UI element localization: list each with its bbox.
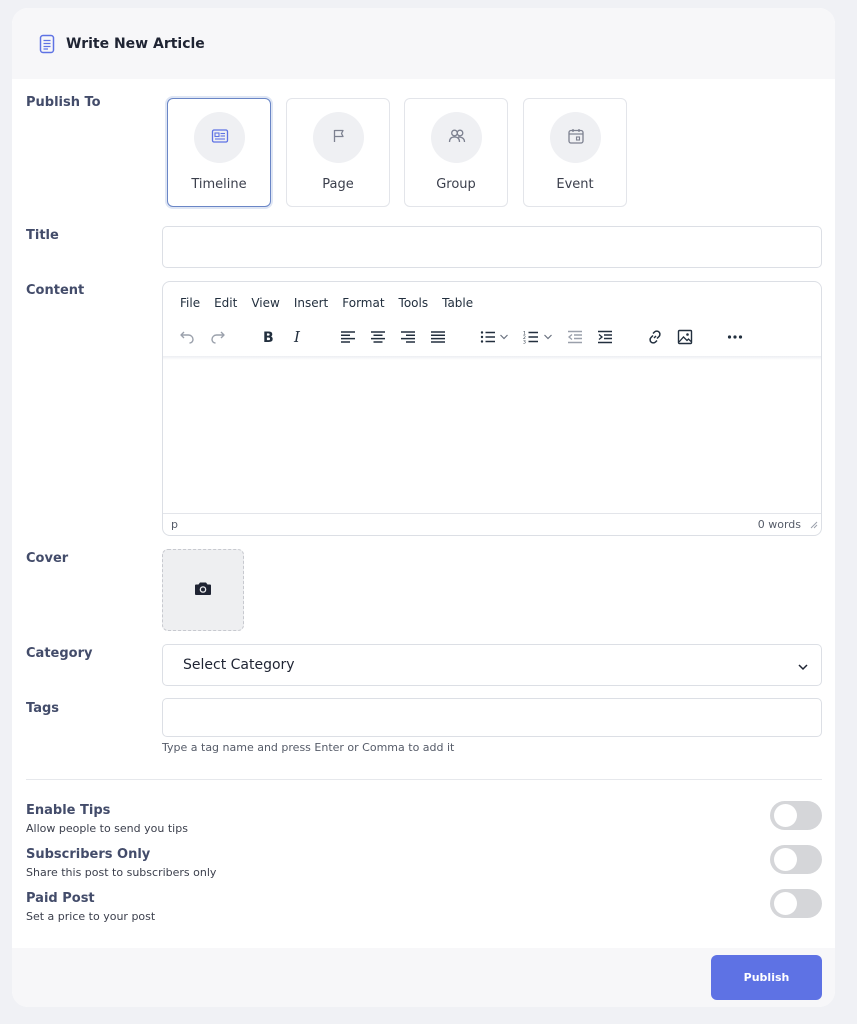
menu-edit[interactable]: Edit xyxy=(214,296,237,310)
camera-icon xyxy=(194,581,212,600)
write-article-card: Write New Article Publish To Timeline Pa… xyxy=(12,8,835,1007)
cover-upload[interactable] xyxy=(162,549,244,631)
align-right-icon[interactable] xyxy=(396,325,420,349)
publish-option-label: Page xyxy=(322,177,354,192)
tags-help-text: Type a tag name and press Enter or Comma… xyxy=(162,741,455,754)
publish-option-group[interactable]: Group xyxy=(404,98,508,207)
chevron-down-icon[interactable] xyxy=(497,325,511,349)
content-editor: File Edit View Insert Format Tools Table… xyxy=(162,281,822,536)
users-icon xyxy=(447,127,467,149)
card-header: Write New Article xyxy=(12,8,835,79)
align-center-icon[interactable] xyxy=(366,325,390,349)
svg-text:3: 3 xyxy=(523,340,526,345)
category-select[interactable]: Select Category xyxy=(162,644,822,686)
image-icon[interactable] xyxy=(673,325,697,349)
calendar-icon xyxy=(567,127,585,149)
menu-table[interactable]: Table xyxy=(442,296,473,310)
menu-tools[interactable]: Tools xyxy=(399,296,429,310)
category-select-value: Select Category xyxy=(183,657,295,673)
publish-button[interactable]: Publish xyxy=(711,955,822,1000)
word-count[interactable]: 0 words xyxy=(758,518,801,531)
page-title: Write New Article xyxy=(66,35,205,52)
menu-view[interactable]: View xyxy=(251,296,279,310)
content-label: Content xyxy=(26,283,85,298)
paid-post-toggle[interactable] xyxy=(770,889,822,918)
chevron-down-icon xyxy=(797,658,809,677)
flag-icon xyxy=(331,128,347,148)
enable-tips-title: Enable Tips xyxy=(26,803,111,818)
category-label: Category xyxy=(26,646,93,661)
resize-handle-icon[interactable] xyxy=(810,519,818,532)
subscribers-only-description: Share this post to subscribers only xyxy=(26,866,217,879)
publish-option-page[interactable]: Page xyxy=(286,98,390,207)
more-icon[interactable] xyxy=(723,325,747,349)
publish-option-event[interactable]: Event xyxy=(523,98,627,207)
svg-text:B: B xyxy=(263,330,274,345)
editor-statusbar: p 0 words xyxy=(163,513,821,535)
editor-body[interactable] xyxy=(163,360,821,515)
redo-icon[interactable] xyxy=(206,325,230,349)
paid-post-description: Set a price to your post xyxy=(26,910,156,923)
title-input[interactable] xyxy=(162,226,822,268)
align-left-icon[interactable] xyxy=(336,325,360,349)
editor-menubar: File Edit View Insert Format Tools Table xyxy=(180,296,487,310)
tags-label: Tags xyxy=(26,701,60,716)
publish-option-label: Event xyxy=(556,177,594,192)
subscribers-only-title: Subscribers Only xyxy=(26,847,151,862)
divider xyxy=(26,779,822,780)
document-icon xyxy=(37,34,57,54)
menu-insert[interactable]: Insert xyxy=(294,296,328,310)
menu-file[interactable]: File xyxy=(180,296,200,310)
subscribers-only-toggle[interactable] xyxy=(770,845,822,874)
outdent-icon[interactable] xyxy=(563,325,587,349)
cover-label: Cover xyxy=(26,551,69,566)
undo-icon[interactable] xyxy=(175,325,199,349)
publish-option-timeline[interactable]: Timeline xyxy=(167,98,271,207)
enable-tips-description: Allow people to send you tips xyxy=(26,822,188,835)
publish-option-label: Timeline xyxy=(191,177,247,192)
tags-input[interactable] xyxy=(162,698,822,737)
card-footer: Publish xyxy=(12,948,835,1007)
align-justify-icon[interactable] xyxy=(426,325,450,349)
paid-post-title: Paid Post xyxy=(26,891,95,906)
element-path[interactable]: p xyxy=(171,518,178,531)
chevron-down-icon[interactable] xyxy=(541,325,555,349)
svg-text:I: I xyxy=(293,329,301,345)
newspaper-icon xyxy=(211,127,229,149)
title-label: Title xyxy=(26,228,59,243)
italic-icon[interactable]: I xyxy=(286,325,310,349)
publish-to-label: Publish To xyxy=(26,95,101,110)
bold-icon[interactable]: B xyxy=(256,325,280,349)
enable-tips-toggle[interactable] xyxy=(770,801,822,830)
numbered-list-icon[interactable]: 123 xyxy=(519,325,543,349)
link-icon[interactable] xyxy=(643,325,667,349)
menu-format[interactable]: Format xyxy=(342,296,384,310)
indent-icon[interactable] xyxy=(593,325,617,349)
publish-option-label: Group xyxy=(436,177,476,192)
editor-toolbar: B I 123 xyxy=(163,325,821,357)
